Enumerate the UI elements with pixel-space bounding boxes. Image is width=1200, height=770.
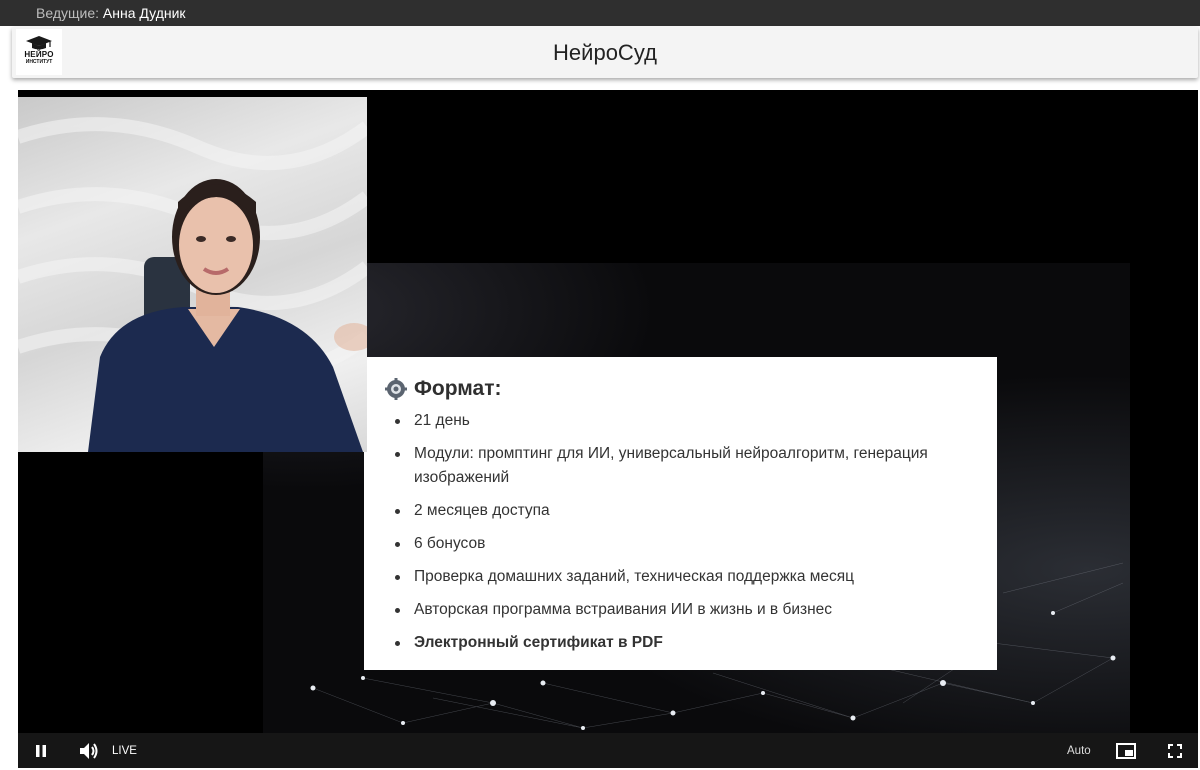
live-indicator[interactable]: LIVE [112, 733, 137, 768]
host-name: Анна Дудник [102, 5, 186, 21]
top-info-bar: Ведущие: Анна Дудник [0, 0, 1200, 26]
quality-selector[interactable]: Auto [1067, 733, 1091, 768]
slide-heading-text: Формат: [414, 377, 502, 400]
list-item: 21 день [385, 409, 981, 433]
pause-icon [36, 744, 46, 757]
player-controls: LIVE Auto [18, 733, 1198, 768]
quality-label: Auto [1067, 744, 1091, 757]
slide-heading: Формат: [385, 375, 981, 403]
volume-button[interactable] [79, 733, 99, 768]
picture-in-picture-button[interactable] [1116, 733, 1136, 768]
picture-in-picture-icon [1116, 742, 1136, 759]
list-item: Электронный сертификат в PDF [385, 631, 981, 655]
fullscreen-button[interactable] [1168, 733, 1182, 768]
pause-button[interactable] [34, 733, 48, 768]
gear-icon [385, 378, 407, 400]
slide-bullet-list: 21 день Модули: промптинг для ИИ, универ… [385, 409, 981, 655]
presenter-video [18, 117, 367, 452]
volume-icon [80, 742, 98, 759]
presenter-camera-feed [18, 97, 367, 452]
page-title: НейроСуд [553, 40, 657, 65]
list-item: Проверка домашних заданий, техническая п… [385, 565, 981, 589]
list-item: 6 бонусов [385, 532, 981, 556]
header: НЕЙРО ИНСТИТУТ НейроСуд [12, 27, 1198, 78]
fullscreen-icon [1168, 743, 1182, 758]
live-label: LIVE [112, 744, 137, 757]
list-item: Авторская программа встраивания ИИ в жиз… [385, 598, 981, 622]
list-item: Модули: промптинг для ИИ, универсальный … [385, 442, 981, 490]
list-item: 2 месяцев доступа [385, 499, 981, 523]
video-player[interactable]: Формат: 21 день Модули: промптинг для ИИ… [18, 90, 1198, 768]
slide-card: Формат: 21 день Модули: промптинг для ИИ… [364, 357, 997, 670]
host-label: Ведущие: [36, 5, 99, 21]
